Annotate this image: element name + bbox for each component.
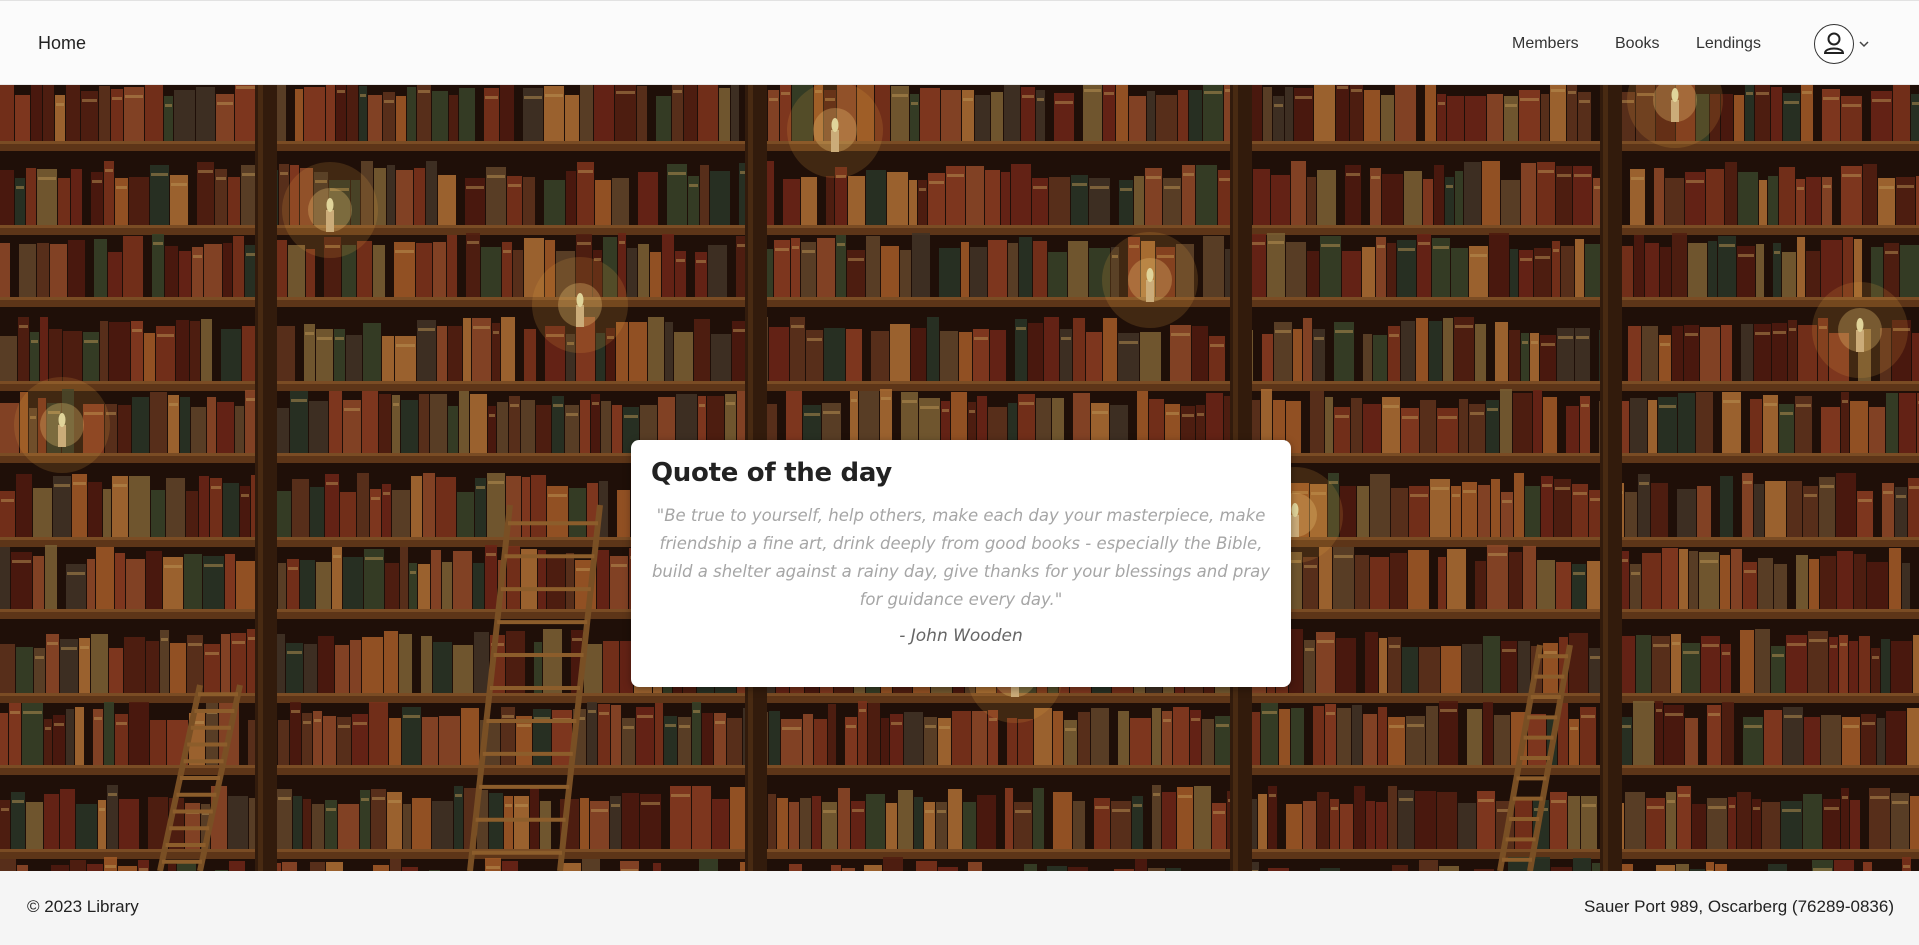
nav-link-books[interactable]: Books [1615,35,1659,53]
home-link[interactable]: Home [38,33,86,54]
page-footer: © 2023 Library Sauer Port 989, Oscarberg… [0,871,1919,945]
nav-link-members[interactable]: Members [1512,35,1579,53]
user-menu-toggle[interactable] [1814,23,1876,65]
top-navbar: Home Members Books Lendings [0,0,1919,85]
footer-copyright: © 2023 Library [27,897,139,916]
library-hero-image: Quote of the day "Be true to yourself, h… [0,85,1919,871]
footer-address: Sauer Port 989, Oscarberg (76289-0836) [1584,897,1894,916]
quote-text: "Be true to yourself, help others, make … [651,506,1271,609]
quote-author: - John Wooden [899,626,1023,646]
user-avatar-icon [1814,24,1854,64]
quote-of-the-day-card: Quote of the day "Be true to yourself, h… [631,440,1291,687]
nav-link-lendings[interactable]: Lendings [1696,35,1761,53]
quote-title: Quote of the day [651,458,892,488]
chevron-down-icon [1859,41,1869,48]
